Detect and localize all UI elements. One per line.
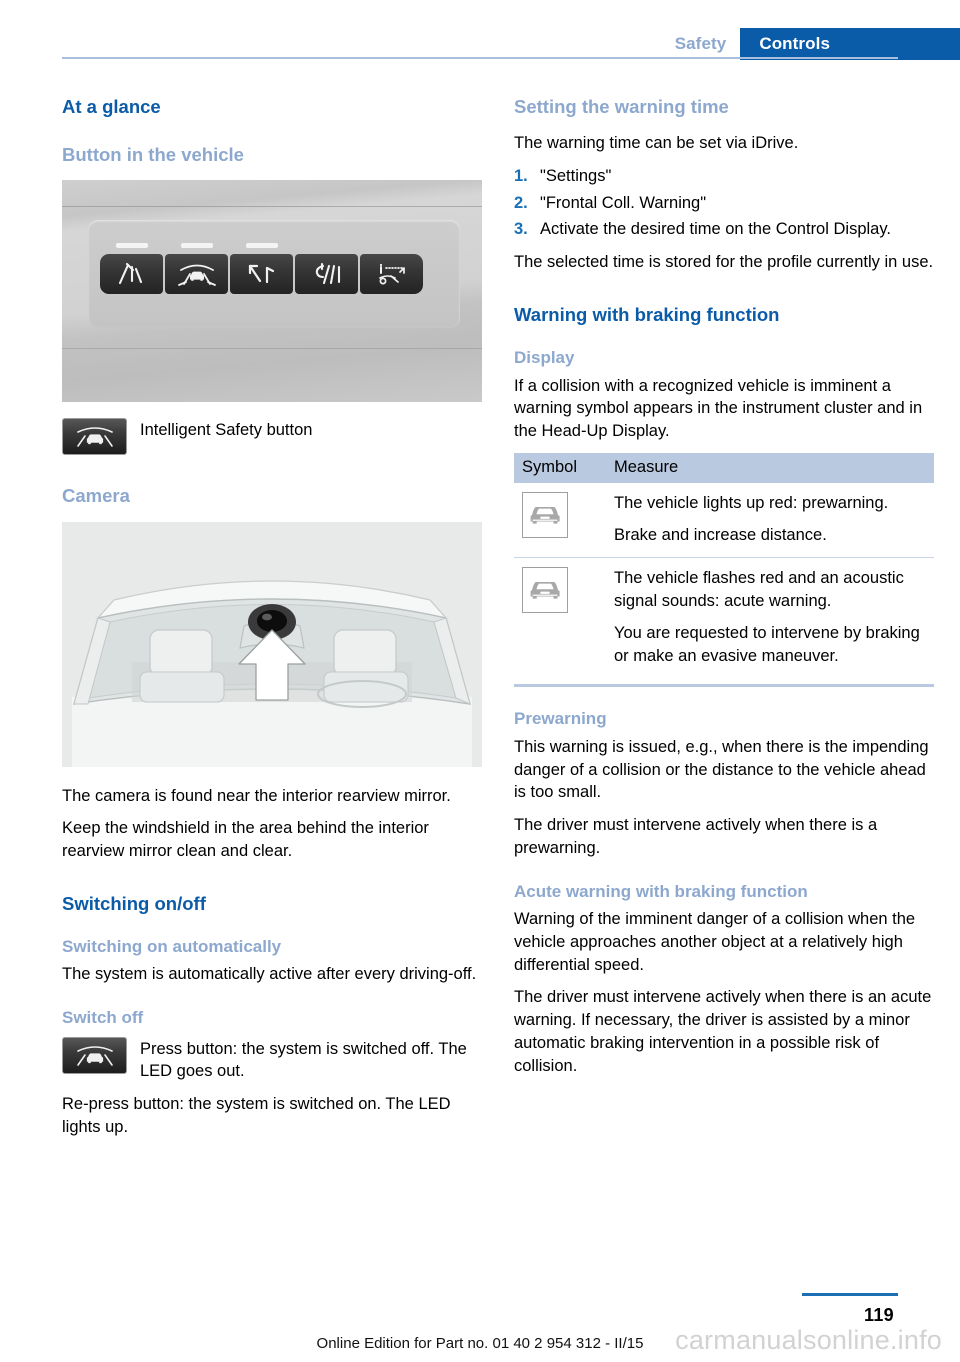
heading-prewarning: Prewarning <box>514 709 607 729</box>
left-column: At a glance Button in the vehicle Intell… <box>62 96 482 1149</box>
heading-warning-with-braking-function: Warning with braking function <box>514 304 780 326</box>
step-number: 3. <box>514 220 528 239</box>
warning-time-outro: The selected time is stored for the prof… <box>514 253 934 272</box>
page-number-rule <box>802 1293 898 1296</box>
column-header-measure: Measure <box>606 452 934 483</box>
switch-off-icon-text: Press button: the system is switched off… <box>140 1039 467 1081</box>
step-text: Activate the desired time on the Control… <box>540 220 891 239</box>
display-text: If a collision with a recognized vehicle… <box>514 376 923 441</box>
tab-controls[interactable]: Controls <box>740 28 960 60</box>
acute-paragraph-1: Warning of the imminent danger of a coll… <box>514 910 916 974</box>
warning-time-intro: The warning time can be set via iDrive. <box>514 134 799 153</box>
lane-keeping-assist-icon[interactable] <box>295 254 358 295</box>
page-number: 119 <box>864 1305 894 1325</box>
prewarning-paragraph-2: The driver must intervene actively when … <box>514 816 878 857</box>
heading-button-in-vehicle: Button in the vehicle <box>62 144 244 166</box>
switch-off-icon-row: Press button: the system is switched off… <box>62 1035 482 1084</box>
heading-display: Display <box>514 348 575 368</box>
page-title: At a glance <box>62 96 161 117</box>
table-cell-symbol <box>514 557 606 679</box>
intelligent-safety-caption: Intelligent Safety button <box>140 421 313 440</box>
heading-switching-on-automatically: Switching on automatically <box>62 937 282 957</box>
header-tabs: Safety Controls <box>660 28 960 60</box>
intelligent-safety-icon[interactable] <box>165 243 228 295</box>
table-cell-measure: The vehicle lights up red: prewarning. B… <box>606 483 934 558</box>
page-header: Safety Controls <box>0 0 960 60</box>
led-indicator <box>180 243 213 249</box>
step-text: "Settings" <box>540 166 612 185</box>
table-cell-measure: The vehicle flashes red and an acoustic … <box>606 557 934 679</box>
acute-paragraph-2: The driver must intervene actively when … <box>514 988 932 1075</box>
heading-acute-warning: Acute warning with braking function <box>514 881 808 901</box>
heading-switch-off: Switch off <box>62 1008 144 1028</box>
heading-camera: Camera <box>62 485 130 507</box>
intelligent-safety-caption-row: Intelligent Safety button <box>62 416 482 456</box>
symbol-measure-table: Symbol Measure The vehicle lights up red… <box>514 452 934 679</box>
table-header-row: Symbol Measure <box>514 452 934 483</box>
tab-safety-label: Safety <box>674 34 727 53</box>
warning-time-steps: 1. "Settings" 2. "Frontal Coll. Warning"… <box>514 165 934 241</box>
intelligent-safety-button-icon <box>62 418 127 456</box>
column-header-symbol: Symbol <box>514 452 606 483</box>
windshield-camera-illustration <box>62 521 482 767</box>
measure-line: The vehicle flashes red and an acoustic … <box>614 569 904 611</box>
table-bottom-rule <box>514 684 934 688</box>
led-indicator <box>115 243 148 249</box>
intelligent-safety-button-icon <box>62 1036 127 1074</box>
heading-switching-on-off: Switching on/off <box>62 892 206 914</box>
camera-paragraph-1: The camera is found near the interior re… <box>62 786 451 805</box>
page-footer: 119 Online Edition for Part no. 01 40 2 … <box>0 1272 960 1362</box>
footer-note: Online Edition for Part no. 01 40 2 954 … <box>316 1335 644 1352</box>
heading-setting-warning-time: Setting the warning time <box>514 96 729 117</box>
table-cell-symbol <box>514 483 606 558</box>
step-text: "Frontal Coll. Warning" <box>540 193 707 212</box>
camera-paragraph-2: Keep the windshield in the area behind t… <box>62 819 429 861</box>
header-divider <box>62 57 898 59</box>
step-number: 1. <box>514 166 528 185</box>
measure-line: You are requested to intervene by brakin… <box>614 623 920 665</box>
lane-departure-warning-icon[interactable] <box>100 243 163 295</box>
switch-off-text: Re-press button: the system is switched … <box>62 1095 451 1136</box>
vehicle-front-warning-icon <box>522 491 568 538</box>
list-item: 1. "Settings" <box>514 165 934 188</box>
measure-line: The vehicle lights up red: prewarning. <box>614 493 889 512</box>
step-number: 2. <box>514 193 528 212</box>
tab-safety[interactable]: Safety <box>660 28 741 60</box>
lane-change-warning-icon[interactable] <box>230 243 293 295</box>
active-cruise-control-icon[interactable] <box>360 254 423 295</box>
measure-line: Brake and increase distance. <box>614 525 827 544</box>
list-item: 2. "Frontal Coll. Warning" <box>514 192 934 215</box>
tab-controls-label: Controls <box>759 34 830 53</box>
right-column: Setting the warning time The warning tim… <box>514 96 934 1087</box>
led-indicator <box>245 243 278 249</box>
table-row: The vehicle lights up red: prewarning. B… <box>514 483 934 558</box>
list-item: 3. Activate the desired time on the Cont… <box>514 218 934 241</box>
button-panel-photo <box>62 180 482 403</box>
table-row: The vehicle flashes red and an acoustic … <box>514 557 934 679</box>
prewarning-paragraph-1: This warning is issued, e.g., when there… <box>514 737 929 802</box>
vehicle-front-warning-icon <box>522 567 568 614</box>
switching-auto-text: The system is automatically active after… <box>62 965 477 984</box>
button-strip <box>100 243 423 295</box>
